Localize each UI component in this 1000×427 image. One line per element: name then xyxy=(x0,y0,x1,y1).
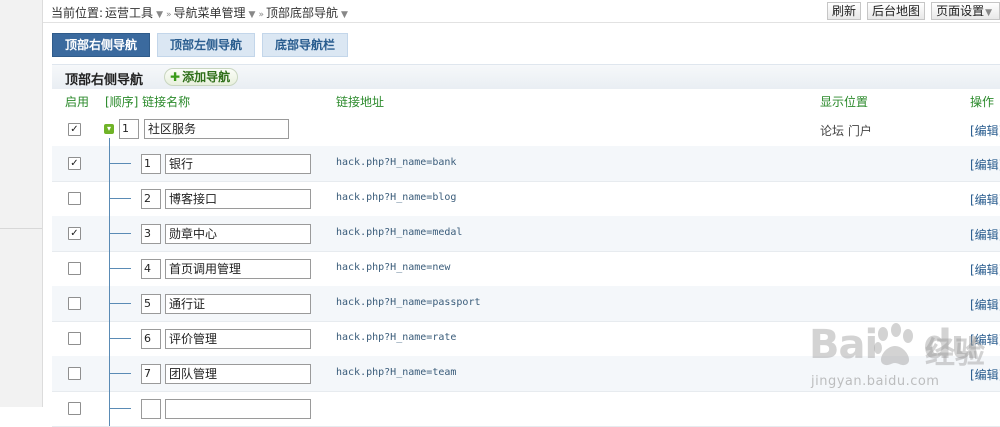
collapse-icon[interactable]: ▾ xyxy=(104,124,114,134)
breadcrumb-item-menu[interactable]: 导航菜单管理 xyxy=(174,6,246,20)
table-row: ✓ ▾ 1 社区服务 论坛 门户 [编辑] xyxy=(52,112,1000,147)
tree-connector xyxy=(109,208,133,251)
enable-checkbox[interactable]: ✓ xyxy=(68,227,81,240)
name-input[interactable]: 勋章中心 xyxy=(165,224,311,244)
breadcrumb-prefix: 当前位置: xyxy=(51,6,104,20)
table-row: 7 团队管理 hack.php?H_name=team [编辑] xyxy=(52,348,1000,392)
edit-link[interactable]: [编辑] xyxy=(970,261,1000,278)
column-enable: 启用 xyxy=(65,95,90,109)
double-chevron-right-icon: » xyxy=(165,10,172,20)
tab-bar: 顶部右侧导航 顶部左侧导航 底部导航栏 xyxy=(52,33,355,57)
enable-checkbox[interactable] xyxy=(68,402,81,415)
name-input[interactable] xyxy=(165,399,311,419)
column-order-name: [顺序] 链接名称 xyxy=(105,95,191,109)
order-input[interactable]: 2 xyxy=(141,189,161,209)
column-position: 显示位置 xyxy=(820,95,869,109)
name-input[interactable]: 首页调用管理 xyxy=(165,259,311,279)
tab-top-right-nav[interactable]: 顶部右侧导航 xyxy=(52,33,151,57)
edit-link[interactable]: [编辑] xyxy=(970,156,1000,173)
plus-icon: ✚ xyxy=(170,70,181,84)
refresh-button[interactable]: 刷新 xyxy=(827,2,862,20)
order-input[interactable]: 3 xyxy=(141,224,161,244)
table-row: 2 博客接口 hack.php?H_name=blog [编辑] xyxy=(52,173,1000,217)
enable-checkbox[interactable] xyxy=(68,192,81,205)
breadcrumb-item-current[interactable]: 顶部底部导航 xyxy=(266,6,338,20)
table-row: ✓ 1 银行 hack.php?H_name=bank [编辑] xyxy=(52,138,1000,182)
enable-checkbox[interactable] xyxy=(68,262,81,275)
table-row xyxy=(52,383,1000,427)
link-url: hack.php?H_name=rate xyxy=(336,332,457,343)
edit-link[interactable]: [编辑] xyxy=(970,191,1000,208)
edit-link[interactable]: [编辑] xyxy=(970,331,1000,348)
table-header: 启用 [顺序] 链接名称 链接地址 显示位置 操作 xyxy=(52,91,1000,109)
section-title: 顶部右侧导航 xyxy=(65,73,144,88)
table-row: 5 通行证 hack.php?H_name=passport [编辑] xyxy=(52,278,1000,322)
add-nav-button[interactable]: ✚ 添加导航 xyxy=(164,68,239,86)
tab-bottom-nav[interactable]: 底部导航栏 xyxy=(262,33,349,57)
table-row: 6 评价管理 hack.php?H_name=rate [编辑] xyxy=(52,313,1000,357)
enable-checkbox[interactable]: ✓ xyxy=(68,157,81,170)
enable-checkbox[interactable] xyxy=(68,332,81,345)
double-chevron-right-icon: » xyxy=(258,10,264,20)
chevron-down-icon[interactable]: ▼ xyxy=(156,10,163,20)
column-url: 链接地址 xyxy=(336,95,385,109)
edit-link[interactable]: [编辑] xyxy=(970,366,1000,383)
edit-link[interactable]: [编辑] xyxy=(970,226,1000,243)
link-url: hack.php?H_name=passport xyxy=(336,297,481,308)
order-input[interactable]: 7 xyxy=(141,364,161,384)
display-position: 论坛 门户 xyxy=(820,124,872,138)
tree-connector xyxy=(109,243,133,286)
main-panel: 当前位置: 运营工具 ▼» 导航菜单管理 ▼» 顶部底部导航 ▼ 刷新 后台地图 页面设置▼ 顶… xyxy=(43,0,1000,427)
order-input[interactable]: 1 xyxy=(119,119,139,139)
tree-connector xyxy=(109,348,133,391)
tree-connector xyxy=(109,138,133,181)
edit-link[interactable]: [编辑] xyxy=(970,122,1000,139)
chevron-down-icon: ▼ xyxy=(985,8,992,18)
name-input[interactable]: 团队管理 xyxy=(165,364,311,384)
breadcrumb-item-tools[interactable]: 运营工具 xyxy=(105,6,153,20)
top-button-group: 刷新 后台地图 页面设置▼ xyxy=(821,2,1000,20)
left-sidebar xyxy=(0,0,43,407)
sidebar-divider xyxy=(0,228,42,229)
chevron-down-icon[interactable]: ▼ xyxy=(341,10,348,20)
link-url: hack.php?H_name=medal xyxy=(336,227,463,238)
link-url: hack.php?H_name=new xyxy=(336,262,451,273)
chevron-down-icon[interactable]: ▼ xyxy=(249,10,256,20)
tree-connector xyxy=(109,313,133,356)
section-header: 顶部右侧导航 ✚ 添加导航 xyxy=(52,64,1000,89)
enable-checkbox[interactable] xyxy=(68,297,81,310)
edit-link[interactable]: [编辑] xyxy=(970,296,1000,313)
tree-connector xyxy=(109,173,133,216)
link-url: hack.php?H_name=team xyxy=(336,367,457,378)
enable-checkbox[interactable]: ✓ xyxy=(68,123,81,136)
page-settings-button[interactable]: 页面设置▼ xyxy=(931,2,1000,20)
order-input[interactable]: 5 xyxy=(141,294,161,314)
order-input[interactable] xyxy=(141,399,161,419)
backend-map-button[interactable]: 后台地图 xyxy=(867,2,926,20)
name-input[interactable]: 评价管理 xyxy=(165,329,311,349)
tree-connector xyxy=(109,383,133,426)
enable-checkbox[interactable] xyxy=(68,367,81,380)
column-action: 操作 xyxy=(970,95,995,109)
order-input[interactable]: 1 xyxy=(141,154,161,174)
tree-connector xyxy=(109,278,133,321)
table-row: 4 首页调用管理 hack.php?H_name=new [编辑] xyxy=(52,243,1000,287)
name-input[interactable]: 社区服务 xyxy=(144,119,289,139)
name-input[interactable]: 银行 xyxy=(165,154,311,174)
tab-top-left-nav[interactable]: 顶部左侧导航 xyxy=(157,33,256,57)
table-row: ✓ 3 勋章中心 hack.php?H_name=medal [编辑] xyxy=(52,208,1000,252)
order-input[interactable]: 6 xyxy=(141,329,161,349)
name-input[interactable]: 博客接口 xyxy=(165,189,311,209)
top-bar: 当前位置: 运营工具 ▼» 导航菜单管理 ▼» 顶部底部导航 ▼ 刷新 后台地图 页面设置▼ xyxy=(43,0,1000,23)
add-nav-label: 添加导航 xyxy=(182,70,231,84)
page-settings-label: 页面设置 xyxy=(936,4,985,18)
name-input[interactable]: 通行证 xyxy=(165,294,311,314)
link-url: hack.php?H_name=blog xyxy=(336,192,457,203)
breadcrumb: 当前位置: 运营工具 ▼» 导航菜单管理 ▼» 顶部底部导航 ▼ xyxy=(51,4,350,21)
order-input[interactable]: 4 xyxy=(141,259,161,279)
link-url: hack.php?H_name=bank xyxy=(336,157,457,168)
